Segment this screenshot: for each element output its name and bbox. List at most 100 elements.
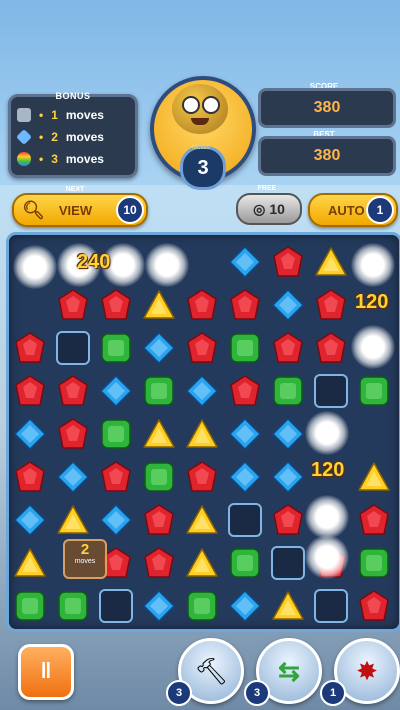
yellow-gem[interactable] [314,245,348,279]
bonus-count: 3 [51,152,58,166]
blue-gem[interactable] [271,288,305,322]
yellow-gem[interactable] [185,546,219,580]
best-value: 380 [258,136,396,176]
yellow-gem[interactable] [357,460,391,494]
blue-gem[interactable] [271,460,305,494]
red-gem[interactable] [271,245,305,279]
hammer-count-badge: 3 [166,680,192,706]
green-gem[interactable] [185,589,219,623]
red-gem[interactable] [185,331,219,365]
red-gem[interactable] [228,288,262,322]
dynamite-icon: ✸ [356,655,378,686]
free-label: FREE [257,185,277,192]
sparkle-effect [13,245,57,289]
yellow-gem[interactable] [13,546,47,580]
green-gem[interactable] [56,589,90,623]
red-gem[interactable] [357,503,391,537]
pause-button[interactable]: ‖ [18,644,74,700]
empty-cell [314,589,348,623]
bonus-count: 2 [51,130,58,144]
red-gem[interactable] [99,288,133,322]
blue-gem[interactable] [99,503,133,537]
red-gem[interactable] [56,374,90,408]
bonus-text: moves [65,152,104,166]
green-gem[interactable] [228,331,262,365]
red-gem[interactable] [56,288,90,322]
yellow-gem[interactable] [185,417,219,451]
sparkle-effect [305,495,349,539]
rainbow-icon [17,152,31,166]
red-gem[interactable] [56,417,90,451]
red-gem[interactable] [314,331,348,365]
bonus-title: BONUS [55,91,91,101]
blue-gem[interactable] [13,503,47,537]
bonus-count: 1 [51,108,58,122]
free-button[interactable]: ◎ 10 [236,193,302,225]
green-gem[interactable] [228,546,262,580]
red-gem[interactable] [142,546,176,580]
score-popup: 120 [355,291,389,313]
bonus-text: moves [65,108,104,122]
blue-gem[interactable] [271,417,305,451]
auto-label: AUTO [328,202,365,218]
red-gem[interactable] [271,331,305,365]
yellow-gem[interactable] [271,589,305,623]
yellow-gem[interactable] [142,288,176,322]
swap-count-badge: 3 [244,680,270,706]
green-gem[interactable] [271,374,305,408]
empty-cell [271,546,305,580]
sparkle-effect [305,535,349,579]
bonus-row: • 3 moves [17,149,129,169]
blue-gem[interactable] [228,460,262,494]
red-gem[interactable] [13,460,47,494]
green-gem[interactable] [357,546,391,580]
red-gem[interactable] [271,503,305,537]
sparkle-effect [305,411,349,455]
blue-gem[interactable] [228,245,262,279]
red-gem[interactable] [99,460,133,494]
score-popup: 120 [311,459,345,481]
green-gem[interactable] [13,589,47,623]
green-gem[interactable] [357,374,391,408]
blue-gem[interactable] [228,417,262,451]
empty-cell [314,374,348,408]
red-gem[interactable] [314,288,348,322]
blue-gem[interactable] [142,589,176,623]
bee-character-icon [172,84,228,134]
red-gem[interactable] [228,374,262,408]
green-gem[interactable] [99,417,133,451]
sparkle-effect [145,243,189,287]
silver-block-icon [17,108,31,122]
next-label: NEXT [65,186,85,193]
diamond-icon [16,129,32,145]
green-gem[interactable] [142,374,176,408]
score-value: 380 [258,88,396,128]
red-gem[interactable] [142,503,176,537]
blue-gem[interactable] [228,589,262,623]
blue-gem[interactable] [185,374,219,408]
magnifier-icon: 🔍︎ [22,199,45,220]
empty-cell [56,331,90,365]
yellow-gem[interactable] [142,417,176,451]
view-button[interactable]: 🔍︎ VIEW 10 [12,193,148,227]
blue-gem[interactable] [99,374,133,408]
red-gem[interactable] [185,288,219,322]
red-gem[interactable] [185,460,219,494]
empty-cell [228,503,262,537]
bonus-text: moves [65,130,104,144]
green-gem[interactable] [99,331,133,365]
auto-button[interactable]: AUTO 1 [308,193,398,227]
green-gem[interactable] [142,460,176,494]
blue-gem[interactable] [142,331,176,365]
yellow-gem[interactable] [185,503,219,537]
blue-gem[interactable] [56,460,90,494]
red-gem[interactable] [13,331,47,365]
red-gem[interactable] [13,374,47,408]
sparkle-effect [351,243,395,287]
free-count: 10 [269,201,285,217]
blue-gem[interactable] [13,417,47,451]
view-label: VIEW [58,202,93,218]
bonus-panel: BONUS • 1 moves • 2 moves • 3 moves [8,91,138,178]
red-gem[interactable] [357,589,391,623]
yellow-gem[interactable] [56,503,90,537]
